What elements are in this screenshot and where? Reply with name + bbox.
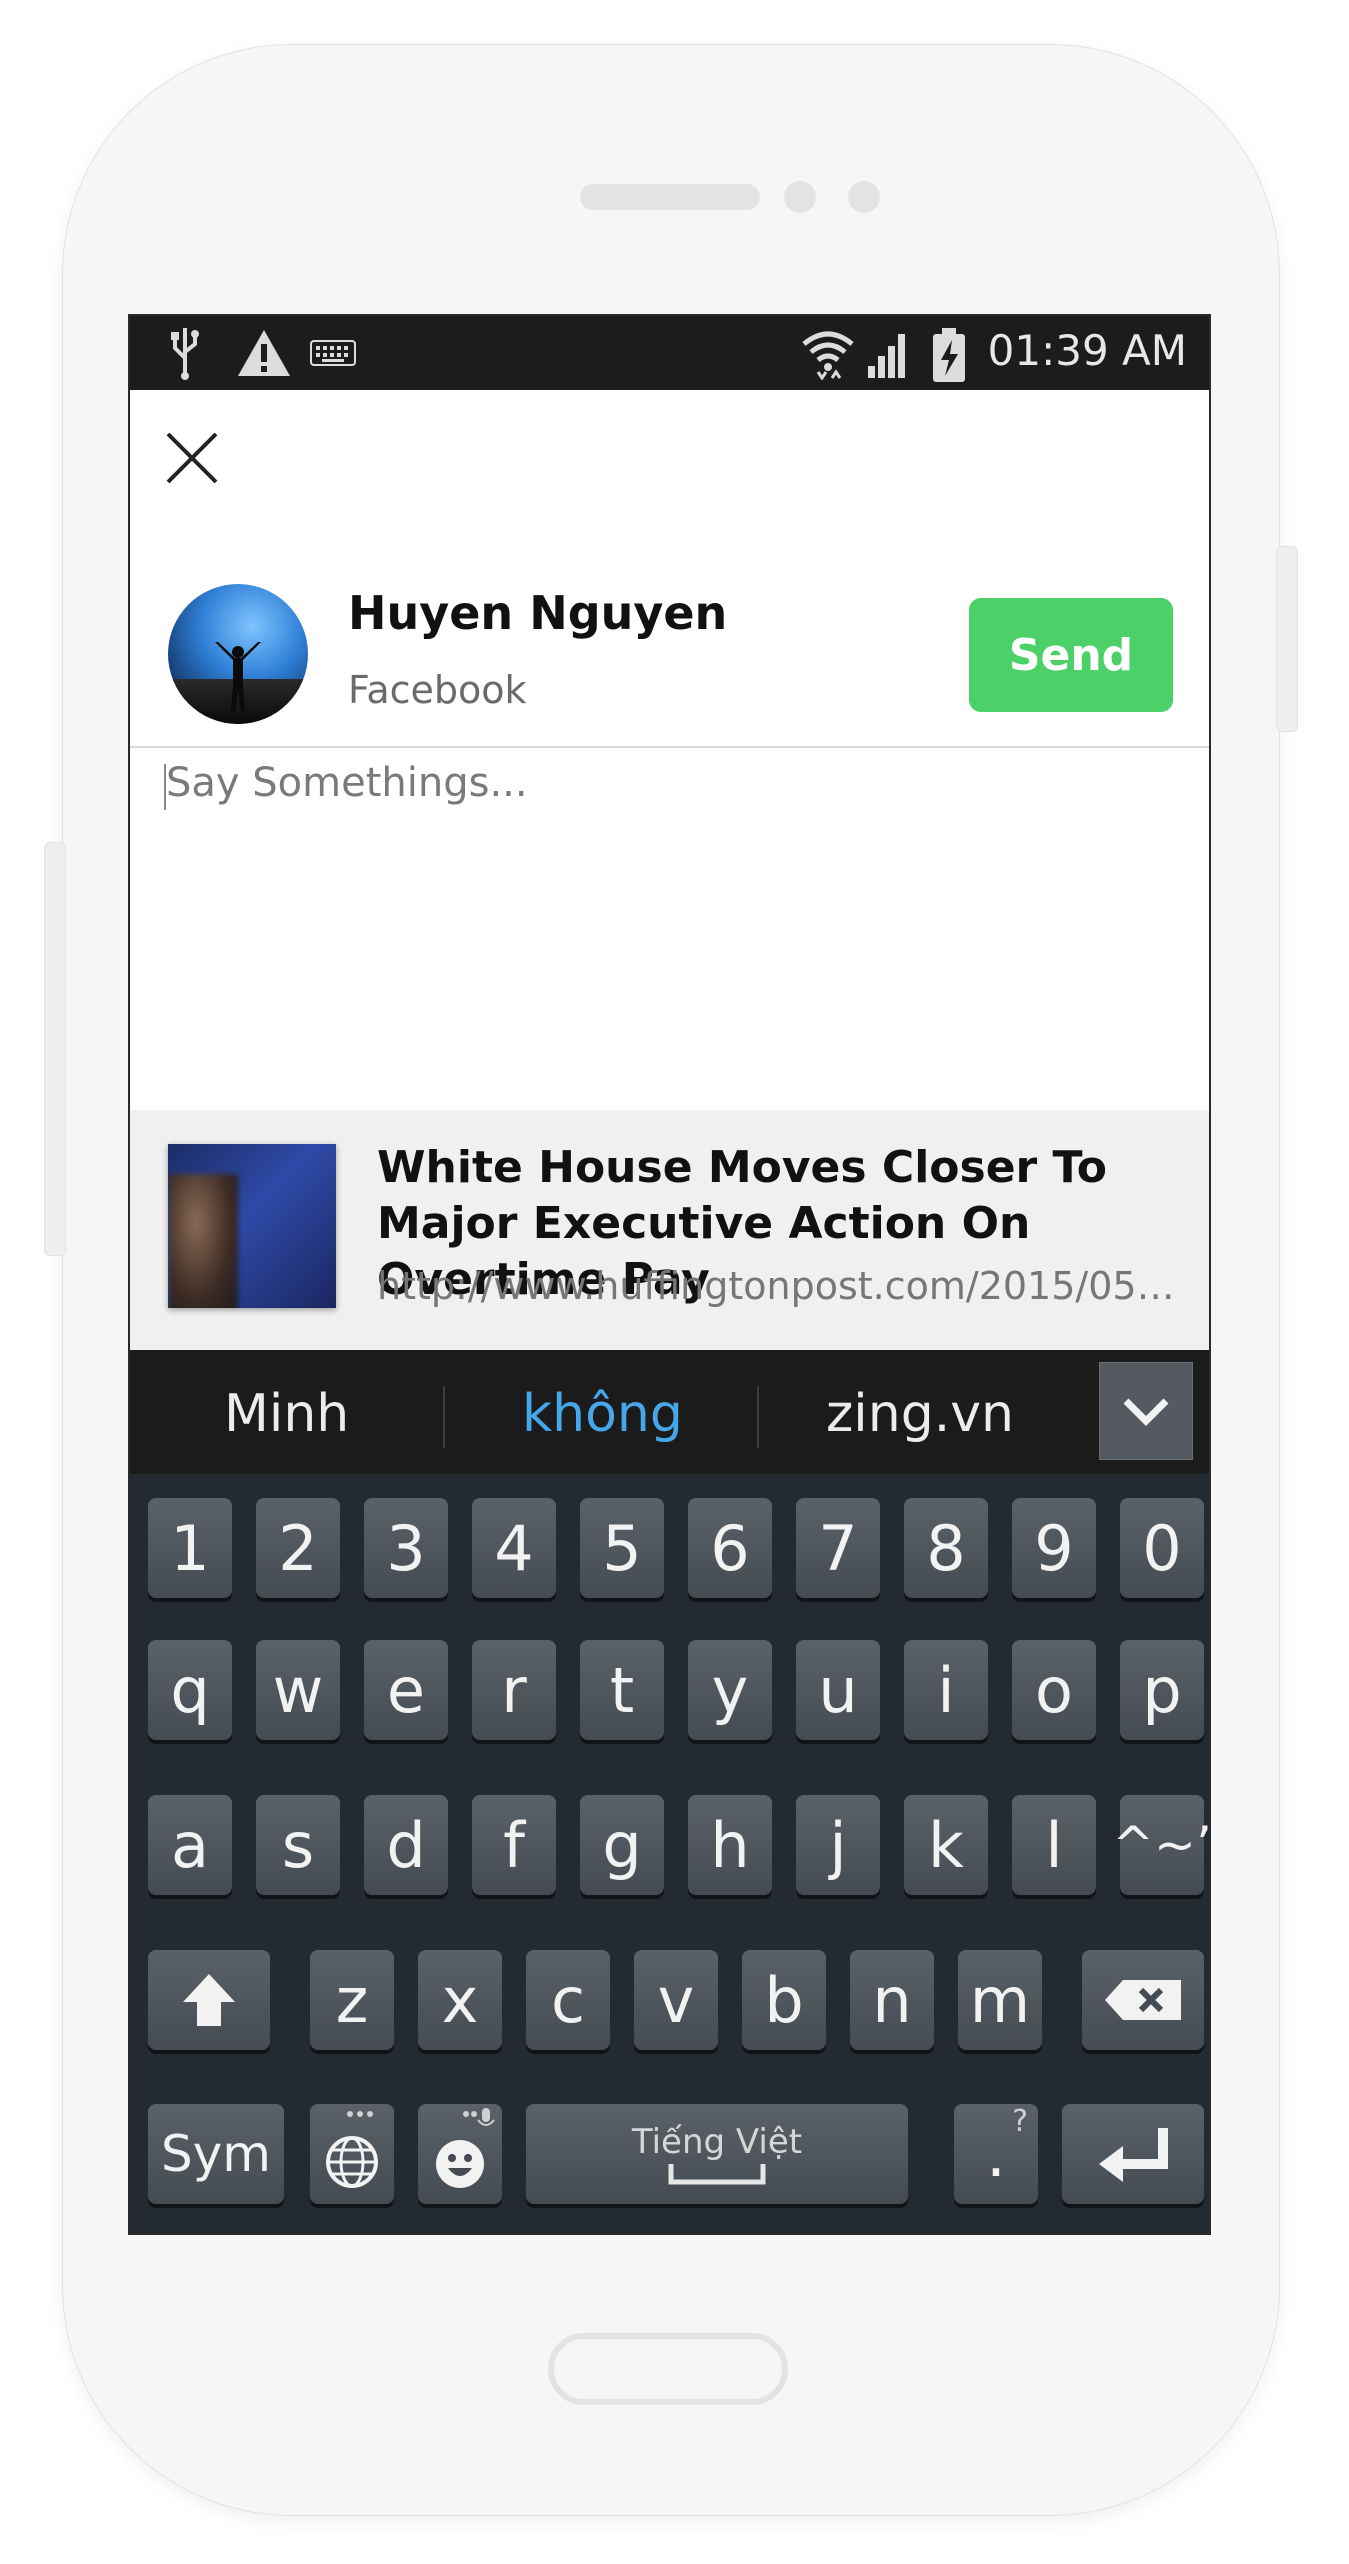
thumbnail-person — [168, 1174, 238, 1308]
key-8[interactable]: 8 — [904, 1498, 988, 1598]
power-side-button — [1276, 546, 1298, 732]
enter-icon — [1099, 2128, 1168, 2182]
share-destination: Facebook — [348, 668, 527, 712]
key-b[interactable]: b — [742, 1950, 826, 2050]
front-camera — [784, 181, 816, 213]
suggestion-3[interactable]: zing.vn — [826, 1384, 1014, 1444]
earpiece-speaker — [580, 184, 760, 210]
link-thumbnail — [168, 1144, 336, 1308]
space-key[interactable]: Tiếng Việt — [526, 2104, 908, 2204]
shift-key[interactable] — [148, 1950, 270, 2050]
link-url: http://www.huffingtonpost.com/2015/05/..… — [377, 1264, 1177, 1308]
key-n[interactable]: n — [850, 1950, 934, 2050]
key-z[interactable]: z — [310, 1950, 394, 2050]
compose-input[interactable] — [166, 760, 1166, 1100]
collapse-suggestions-button[interactable] — [1099, 1362, 1193, 1460]
key-1[interactable]: 1 — [148, 1498, 232, 1598]
key-3[interactable]: 3 — [364, 1498, 448, 1598]
wifi-icon — [802, 331, 854, 380]
status-time: 01:39 AM — [987, 326, 1187, 375]
key-p[interactable]: p — [1120, 1640, 1204, 1740]
period-hint: ? — [1012, 2104, 1028, 2139]
space-language-label: Tiếng Việt — [631, 2122, 803, 2162]
emoji-voice-key[interactable] — [418, 2104, 502, 2204]
key-2[interactable]: 2 — [256, 1498, 340, 1598]
key-k[interactable]: k — [904, 1795, 988, 1895]
key-h[interactable]: h — [688, 1795, 772, 1895]
sym-key[interactable]: Sym — [148, 2104, 284, 2204]
key-v[interactable]: v — [634, 1950, 718, 2050]
suggestion-bar: Minh không zing.vn — [130, 1350, 1209, 1474]
emoji-icon — [436, 2108, 495, 2188]
suggestion-2[interactable]: không — [522, 1384, 683, 1444]
key-g[interactable]: g — [580, 1795, 664, 1895]
key-j[interactable]: j — [796, 1795, 880, 1895]
key-q[interactable]: q — [148, 1640, 232, 1740]
avatar — [168, 584, 308, 724]
language-key[interactable] — [310, 2104, 394, 2204]
key-e[interactable]: e — [364, 1640, 448, 1740]
key-a[interactable]: a — [148, 1795, 232, 1895]
key-9[interactable]: 9 — [1012, 1498, 1096, 1598]
chevron-down-icon — [1123, 1398, 1169, 1426]
key-r[interactable]: r — [472, 1640, 556, 1740]
device-screen: 01:39 AM Huyen Nguyen Facebook Send Whit… — [128, 314, 1211, 2235]
key-y[interactable]: y — [688, 1640, 772, 1740]
divider — [130, 746, 1209, 748]
period-label: . — [986, 2117, 1006, 2191]
key-u[interactable]: u — [796, 1640, 880, 1740]
key-c[interactable]: c — [526, 1950, 610, 2050]
key-w[interactable]: w — [256, 1640, 340, 1740]
suggestion-separator — [757, 1386, 759, 1448]
key-l[interactable]: l — [1012, 1795, 1096, 1895]
volume-side-button — [44, 842, 66, 1256]
key-7[interactable]: 7 — [796, 1498, 880, 1598]
keyboard-icon — [310, 340, 356, 366]
soft-keyboard: Minh không zing.vn 1 2 3 4 5 6 7 8 9 0 q… — [130, 1350, 1209, 2233]
key-f[interactable]: f — [472, 1795, 556, 1895]
key-i[interactable]: i — [904, 1640, 988, 1740]
key-4[interactable]: 4 — [472, 1498, 556, 1598]
key-5[interactable]: 5 — [580, 1498, 664, 1598]
backspace-icon — [1105, 1980, 1181, 2020]
battery-charging-icon — [933, 328, 965, 382]
enter-key[interactable] — [1062, 2104, 1204, 2204]
key-m[interactable]: m — [958, 1950, 1042, 2050]
space-bar-icon — [668, 2164, 766, 2185]
key-t[interactable]: t — [580, 1640, 664, 1740]
globe-icon — [326, 2111, 378, 2188]
signal-icon — [868, 334, 905, 378]
key-o[interactable]: o — [1012, 1640, 1096, 1740]
link-preview-card[interactable]: White House Moves Closer To Major Execut… — [130, 1110, 1209, 1350]
suggestion-1[interactable]: Minh — [224, 1384, 349, 1444]
key-d[interactable]: d — [364, 1795, 448, 1895]
warning-icon — [238, 330, 290, 376]
key-6[interactable]: 6 — [688, 1498, 772, 1598]
user-name: Huyen Nguyen — [348, 586, 728, 640]
shift-arrow-icon — [183, 1974, 235, 2026]
suggestion-separator — [443, 1386, 445, 1448]
period-key[interactable]: . ? — [954, 2104, 1038, 2204]
backspace-key[interactable] — [1082, 1950, 1204, 2050]
status-bar: 01:39 AM — [130, 316, 1209, 390]
close-icon[interactable] — [160, 426, 224, 490]
key-tone-marks[interactable]: ^~’ — [1112, 1795, 1209, 1895]
home-button[interactable] — [548, 2333, 788, 2405]
proximity-sensor — [848, 181, 880, 213]
key-x[interactable]: x — [418, 1950, 502, 2050]
send-button[interactable]: Send — [969, 598, 1173, 712]
avatar-silhouette — [215, 642, 261, 712]
key-s[interactable]: s — [256, 1795, 340, 1895]
usb-icon — [171, 328, 199, 380]
key-0[interactable]: 0 — [1120, 1498, 1204, 1598]
